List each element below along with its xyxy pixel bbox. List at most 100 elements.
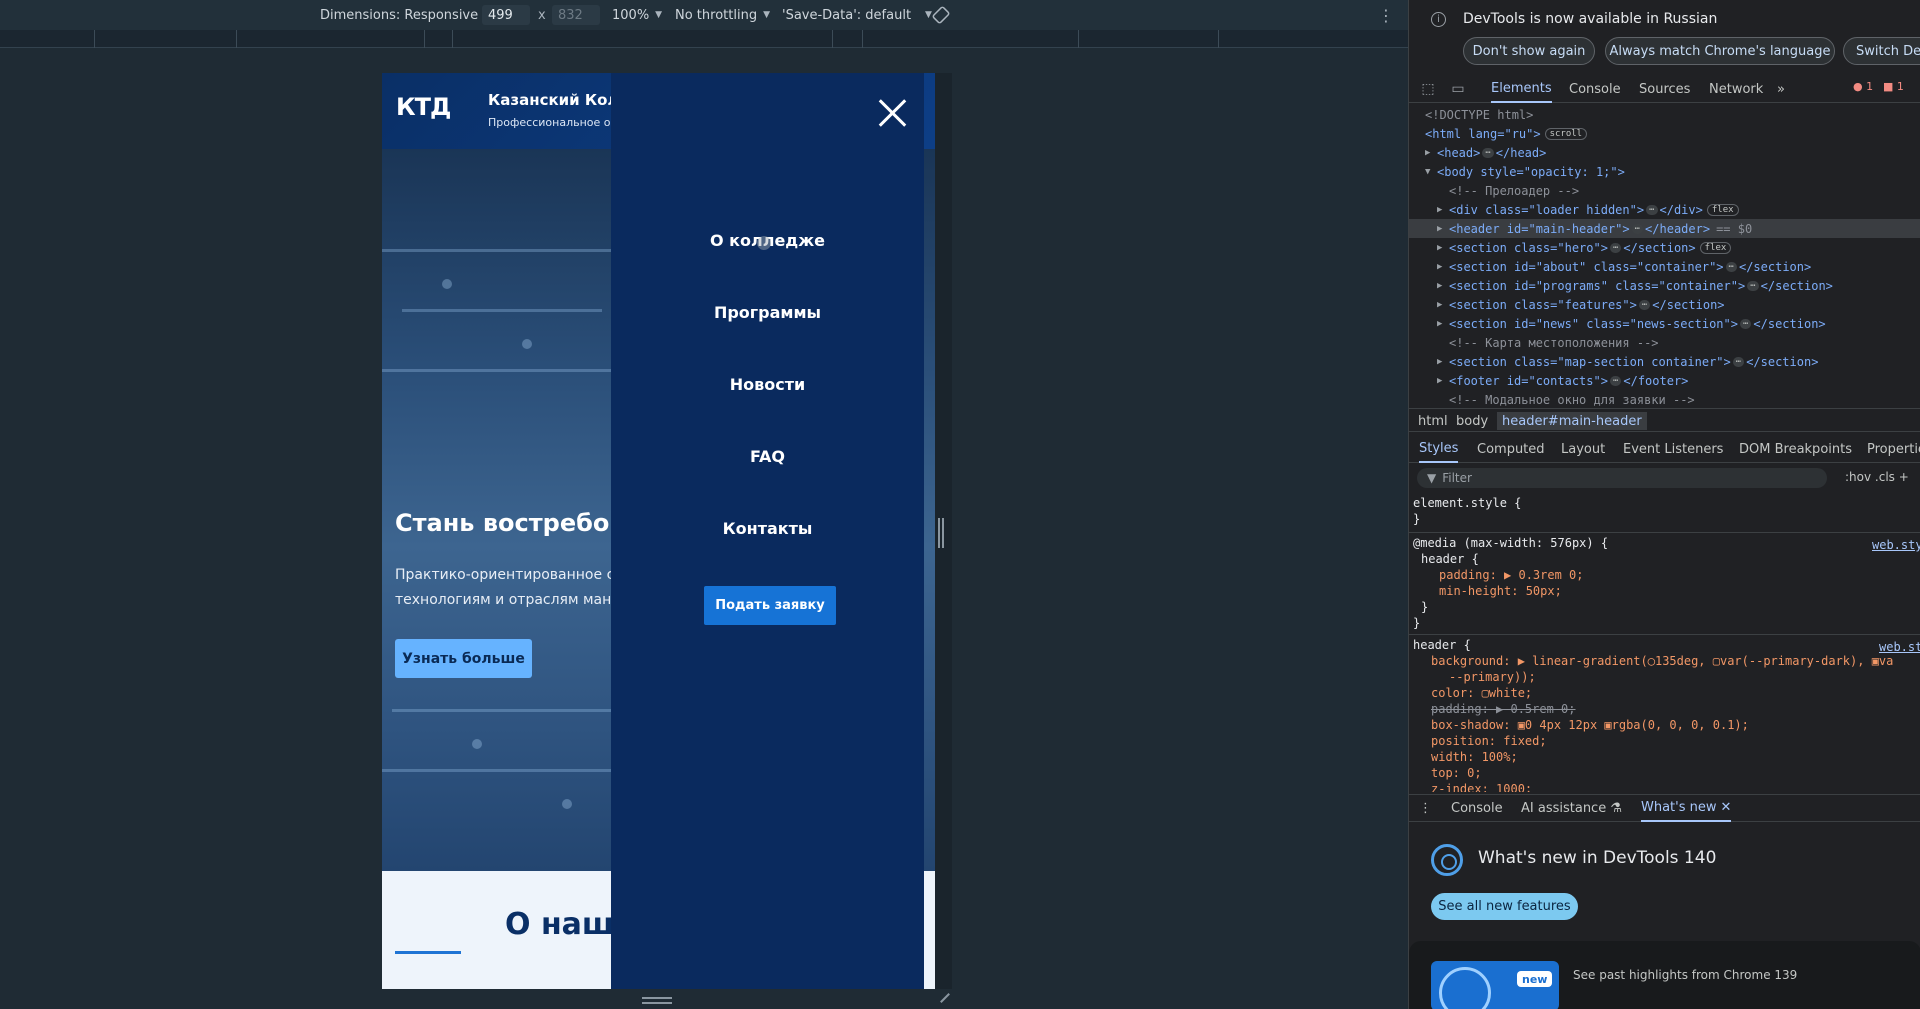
styles-filter-input[interactable]: ▼ Filter: [1417, 468, 1827, 488]
hov-cls-toggles[interactable]: :hov .cls +: [1845, 470, 1909, 484]
see-all-features-button[interactable]: See all new features: [1431, 893, 1578, 920]
style-property[interactable]: top: 0;: [1431, 766, 1920, 782]
style-property[interactable]: position: fixed;: [1431, 734, 1920, 750]
switch-language-button[interactable]: Switch Dev: [1843, 37, 1920, 65]
nav-item-contacts[interactable]: Контакты: [611, 519, 924, 538]
tab-sources[interactable]: Sources: [1639, 75, 1690, 103]
ellipsis-icon[interactable]: ⋯: [1631, 223, 1644, 234]
style-property[interactable]: box-shadow: ▣0 4px 12px ▣rgba(0, 0, 0, 0…: [1431, 718, 1920, 734]
highlights-card[interactable]: new See past highlights from Chrome 139: [1409, 941, 1920, 1009]
ellipsis-icon[interactable]: ⋯: [1609, 375, 1622, 386]
ellipsis-icon[interactable]: ⋯: [1482, 147, 1494, 158]
drawer-tab-whats-new[interactable]: What's new ✕: [1641, 795, 1732, 822]
resize-handle-corner[interactable]: [936, 991, 950, 1005]
inspect-element-icon[interactable]: ⬚: [1419, 80, 1437, 98]
expand-icon[interactable]: ▶: [1437, 205, 1449, 215]
style-selector[interactable]: header {: [1421, 552, 1920, 568]
nav-item-faq[interactable]: FAQ: [611, 447, 924, 466]
expand-icon[interactable]: ▶: [1437, 376, 1449, 386]
rotate-button[interactable]: [932, 0, 950, 30]
ellipsis-icon[interactable]: ⋯: [1725, 261, 1737, 272]
learn-more-button[interactable]: Узнать больше: [395, 639, 532, 678]
collapse-icon[interactable]: ▼: [1425, 167, 1437, 177]
always-match-language-button[interactable]: Always match Chrome's language: [1605, 37, 1835, 65]
tab-network[interactable]: Network: [1709, 75, 1763, 103]
dom-node[interactable]: ▶ <div class="loader hidden"> ⋯ </div> flex: [1409, 200, 1920, 219]
resize-handle-right[interactable]: [938, 518, 944, 548]
media-query-ruler[interactable]: [0, 30, 1408, 48]
flex-badge[interactable]: flex: [1706, 203, 1739, 216]
dom-node[interactable]: ▶ <section class="hero"> ⋯ </section> flex: [1409, 238, 1920, 257]
breadcrumb-html[interactable]: html: [1413, 412, 1453, 430]
error-count-badge[interactable]: ● 1: [1853, 80, 1873, 93]
style-property[interactable]: width: 100%;: [1431, 750, 1920, 766]
dom-node[interactable]: ▶ <head> ⋯ </head>: [1409, 143, 1920, 162]
style-property[interactable]: padding: ▶ 0.3rem 0;: [1439, 568, 1920, 584]
dom-node[interactable]: ▶ <section class="features"> ⋯ </section>: [1409, 295, 1920, 314]
width-value[interactable]: 499: [482, 5, 530, 25]
dom-node[interactable]: ▶ <section id="programs" class="container…: [1409, 276, 1920, 295]
style-property[interactable]: --primary));: [1449, 670, 1920, 686]
scroll-badge[interactable]: scroll: [1544, 127, 1588, 140]
ellipsis-icon[interactable]: ⋯: [1732, 356, 1745, 367]
stylesheet-link[interactable]: web.styl: [1872, 538, 1920, 552]
expand-icon[interactable]: ▶: [1437, 300, 1449, 310]
expand-icon[interactable]: ▶: [1437, 243, 1449, 253]
ellipsis-icon[interactable]: ⋯: [1747, 280, 1759, 291]
breadcrumb-header[interactable]: header#main-header: [1497, 412, 1647, 430]
dom-node[interactable]: <!-- Модальное окно для заявки -->: [1409, 390, 1920, 409]
device-toolbar-icon[interactable]: ▭: [1449, 80, 1467, 98]
dom-node[interactable]: <!-- Карта местоположения -->: [1409, 333, 1920, 352]
expand-icon[interactable]: ▶: [1425, 148, 1437, 158]
tab-event-listeners[interactable]: Event Listeners: [1623, 436, 1723, 463]
style-selector[interactable]: header {: [1413, 638, 1920, 654]
ellipsis-icon[interactable]: ⋯: [1739, 318, 1752, 329]
more-tabs-icon[interactable]: »: [1777, 75, 1785, 103]
drawer-menu-icon[interactable]: ⋮: [1419, 795, 1432, 822]
ellipsis-icon[interactable]: ⋯: [1638, 299, 1651, 310]
zoom-dropdown[interactable]: 100% ▼: [612, 0, 662, 30]
tab-dom-breakpoints[interactable]: DOM Breakpoints: [1739, 436, 1852, 463]
style-property[interactable]: z-index: 1000;: [1431, 782, 1920, 792]
resize-handle-bottom[interactable]: [642, 997, 672, 1004]
dom-node[interactable]: <!DOCTYPE html>: [1409, 105, 1920, 124]
ellipsis-icon[interactable]: ⋯: [1609, 242, 1622, 253]
apply-button[interactable]: Подать заявку: [704, 586, 836, 625]
dom-node[interactable]: ▶ <section class="map-section container">…: [1409, 352, 1920, 371]
drawer-tab-console[interactable]: Console: [1451, 795, 1503, 822]
tab-properties[interactable]: Properties: [1867, 436, 1920, 463]
tab-elements[interactable]: Elements: [1491, 75, 1552, 103]
style-property-overridden[interactable]: padding: ▶ 0.5rem 0;: [1431, 702, 1920, 718]
throttling-dropdown[interactable]: No throttling ▼: [675, 0, 770, 30]
site-logo[interactable]: КТД: [396, 91, 476, 123]
expand-icon[interactable]: ▶: [1437, 262, 1449, 272]
more-options-icon[interactable]: ⋮: [1378, 0, 1394, 30]
expand-icon[interactable]: ▶: [1437, 224, 1449, 234]
width-input[interactable]: 499: [482, 0, 530, 30]
tab-layout[interactable]: Layout: [1561, 436, 1605, 463]
dom-node[interactable]: ▶ <section id="news" class="news-section"…: [1409, 314, 1920, 333]
tab-computed[interactable]: Computed: [1477, 436, 1545, 463]
flex-badge[interactable]: flex: [1699, 241, 1732, 254]
close-icon[interactable]: ✕: [1721, 800, 1732, 815]
dont-show-again-button[interactable]: Don't show again: [1463, 37, 1595, 65]
nav-item-programs[interactable]: Программы: [611, 303, 924, 322]
expand-icon[interactable]: ▶: [1437, 281, 1449, 291]
warning-count-badge[interactable]: ■ 1: [1883, 80, 1904, 93]
dom-node[interactable]: ▶ <footer id="contacts"> ⋯ </footer>: [1409, 371, 1920, 390]
drawer-tab-ai-assistance[interactable]: AI assistance ⚗: [1521, 795, 1622, 822]
nav-item-news[interactable]: Новости: [611, 375, 924, 394]
height-input[interactable]: 832: [552, 0, 600, 30]
dom-node[interactable]: <!-- Прелоадер -->: [1409, 181, 1920, 200]
stylesheet-link[interactable]: web.st: [1879, 640, 1920, 654]
style-property[interactable]: background: ▶ linear-gradient(◯135deg, ▢…: [1431, 654, 1920, 670]
dom-node-selected[interactable]: ▶ <header id="main-header"> ⋯ </header> == $…: [1409, 219, 1920, 238]
expand-icon[interactable]: ▶: [1437, 357, 1449, 367]
dom-node[interactable]: ▼ <body style="opacity: 1;">: [1409, 162, 1920, 181]
ellipsis-icon[interactable]: ⋯: [1646, 204, 1658, 215]
tab-console[interactable]: Console: [1569, 75, 1621, 103]
style-property[interactable]: color: ▢white;: [1431, 686, 1920, 702]
close-icon[interactable]: [877, 97, 909, 129]
dom-node[interactable]: ▶ <section id="about" class="container"> ⋯…: [1409, 257, 1920, 276]
dimensions-dropdown[interactable]: Dimensions: Responsive ▼: [320, 0, 491, 30]
